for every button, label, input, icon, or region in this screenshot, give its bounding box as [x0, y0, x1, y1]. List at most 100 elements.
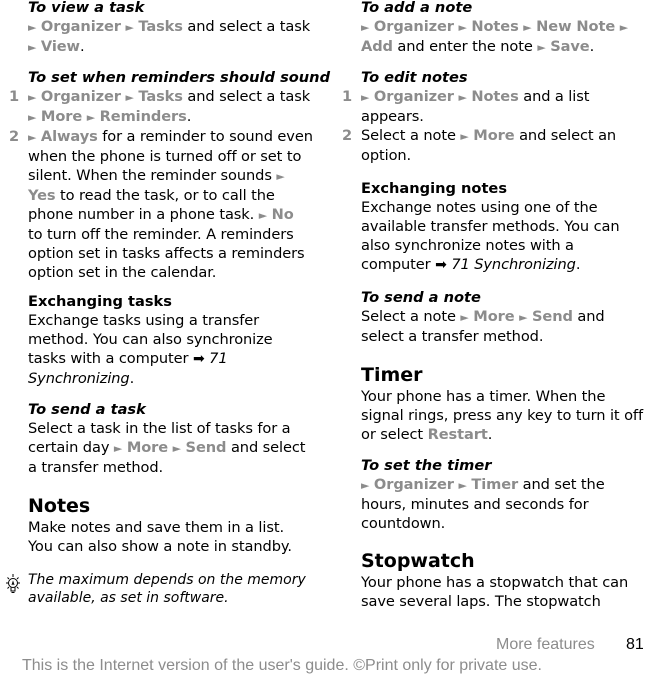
menu-item-notes: Notes	[471, 88, 519, 105]
text: .	[79, 38, 85, 55]
reference-title[interactable]: Synchronizing	[28, 370, 130, 387]
heading-set-timer: To set the timer	[361, 457, 492, 474]
step-number: 1	[342, 88, 353, 105]
menu-arrow-icon: ►	[28, 41, 37, 54]
text-line: Select a task in the list of tasks for a	[28, 420, 291, 437]
instruction-line: ► Organizer ► Notes ► New Note ►	[361, 17, 646, 37]
menu-arrow-icon: ►	[258, 209, 268, 222]
text: phone number in a phone task.	[28, 206, 259, 223]
text-line: Synchronizing.	[28, 369, 320, 388]
reference-arrow-icon: ➡	[435, 257, 447, 273]
reference-title[interactable]: Synchronizing	[474, 256, 576, 273]
step-1: 1 ► Organizer ► Notes and a list	[342, 87, 646, 107]
page-number: 81	[626, 636, 644, 653]
menu-arrow-icon: ►	[537, 41, 546, 54]
text-line: when the phone is turned off or set to	[28, 148, 302, 165]
text-line: save several laps. The stopwatch	[361, 593, 601, 610]
menu-item-organizer: Organizer	[40, 18, 121, 35]
menu-arrow-icon: ►	[460, 311, 469, 324]
menu-arrow-icon: ►	[361, 91, 370, 104]
section-notes: Notes Make notes and save them in a list…	[28, 494, 320, 556]
menu-item-more: More	[473, 308, 515, 325]
text: tasks with a computer	[28, 350, 193, 367]
text: and set the	[518, 476, 605, 493]
text-line: hours, minutes and seconds for	[361, 496, 589, 513]
text-line: signal rings, press any key to turn it o…	[361, 407, 643, 424]
text: and select a task	[182, 88, 311, 105]
menu-item-tasks: Tasks	[138, 88, 183, 105]
reference-arrow-icon: ➡	[192, 351, 205, 367]
section-reminders: To set when reminders should sound 1 ► O…	[9, 68, 331, 282]
heading-add-note: To add a note	[361, 0, 473, 16]
section-send-note: To send a note Select a note ► More ► Se…	[361, 288, 646, 346]
menu-item-always: Always	[40, 128, 98, 145]
menu-item-organizer: Organizer	[373, 18, 454, 35]
step-2: 2 Select a note ► More and select an	[342, 126, 646, 146]
section-exchanging-tasks: Exchanging tasks Exchange tasks using a …	[28, 292, 320, 388]
heading-send-note: To send a note	[361, 289, 481, 306]
step-number: 1	[9, 88, 20, 105]
text-line: also synchronize notes with a	[361, 237, 574, 254]
menu-item-add: Add	[361, 38, 393, 55]
menu-arrow-icon: ►	[458, 479, 467, 492]
heading-stopwatch: Stopwatch	[361, 550, 475, 572]
menu-item-more: More	[473, 127, 515, 144]
text-line: tasks with a computer ➡ 71	[28, 349, 320, 369]
menu-item-more: More	[40, 108, 83, 125]
menu-arrow-icon: ►	[458, 21, 467, 34]
instruction-line: ► View.	[28, 37, 320, 57]
lightbulb-icon	[6, 574, 20, 593]
menu-item-send: Send	[185, 439, 227, 456]
text: certain day	[28, 439, 114, 456]
step-1: 1 ► Organizer ► Tasks and select a task	[9, 87, 320, 107]
step-number: 2	[9, 128, 20, 145]
text: or select	[361, 426, 428, 443]
text-line: option set in tasks affects a reminders	[28, 245, 305, 262]
instruction-line: Add and enter the note ► Save.	[361, 37, 646, 57]
section-set-timer: To set the timer ► Organizer ► Timer and…	[361, 456, 646, 533]
text: and a list	[518, 88, 590, 105]
tip-text-line: available, as set in software.	[28, 590, 229, 606]
menu-arrow-icon: ►	[28, 111, 37, 124]
menu-arrow-icon: ►	[361, 479, 370, 492]
section-timer: Timer Your phone has a timer. When the s…	[361, 363, 646, 444]
text: and select an	[514, 127, 617, 144]
menu-arrow-icon: ►	[172, 442, 181, 455]
menu-item-send: Send	[532, 308, 573, 325]
text-line: certain day ► More ► Send and select	[28, 438, 320, 458]
text: Select a note	[361, 127, 461, 144]
menu-arrow-icon: ►	[125, 91, 134, 104]
menu-arrow-icon: ►	[361, 21, 370, 34]
footer-section-title: More features	[496, 636, 595, 653]
menu-arrow-icon: ►	[113, 442, 123, 455]
reference-page[interactable]: 71	[209, 350, 227, 367]
text-line: countdown.	[361, 515, 446, 532]
menu-arrow-icon: ►	[276, 170, 285, 183]
text-line: a transfer method.	[28, 459, 164, 476]
reference-page[interactable]: 71	[451, 256, 469, 273]
text-line: phone number in a phone task. ► No	[28, 205, 320, 225]
text: silent. When the reminder sounds	[28, 167, 277, 184]
menu-arrow-icon: ►	[619, 21, 629, 34]
instruction-line: ► Organizer ► Tasks and select a task	[28, 17, 320, 37]
section-stopwatch: Stopwatch Your phone has a stopwatch tha…	[361, 549, 646, 611]
text-line: appears.	[361, 108, 424, 125]
text-line: Yes to read the task, or to call the	[28, 186, 320, 205]
text-line: Your phone has a timer. When the	[361, 388, 606, 405]
heading-view-task: To view a task	[28, 0, 145, 16]
instruction-line: ► More ► Reminders.	[28, 107, 320, 127]
menu-item-no: No	[271, 206, 294, 223]
heading-edit-notes: To edit notes	[361, 69, 468, 86]
text: .	[575, 256, 581, 273]
menu-item-view: View	[40, 38, 80, 55]
heading-send-task: To send a task	[28, 401, 146, 418]
menu-item-organizer: Organizer	[373, 476, 454, 493]
text: and	[572, 308, 605, 325]
section-send-task: To send a task Select a task in the list…	[28, 400, 320, 477]
menu-arrow-icon: ►	[458, 91, 467, 104]
heading-reminders: To set when reminders should sound	[28, 69, 331, 86]
text-line: method. You can also synchronize	[28, 331, 273, 348]
menu-arrow-icon: ►	[86, 111, 96, 124]
heading-exchanging-tasks: Exchanging tasks	[28, 293, 172, 310]
text: .	[487, 426, 493, 443]
